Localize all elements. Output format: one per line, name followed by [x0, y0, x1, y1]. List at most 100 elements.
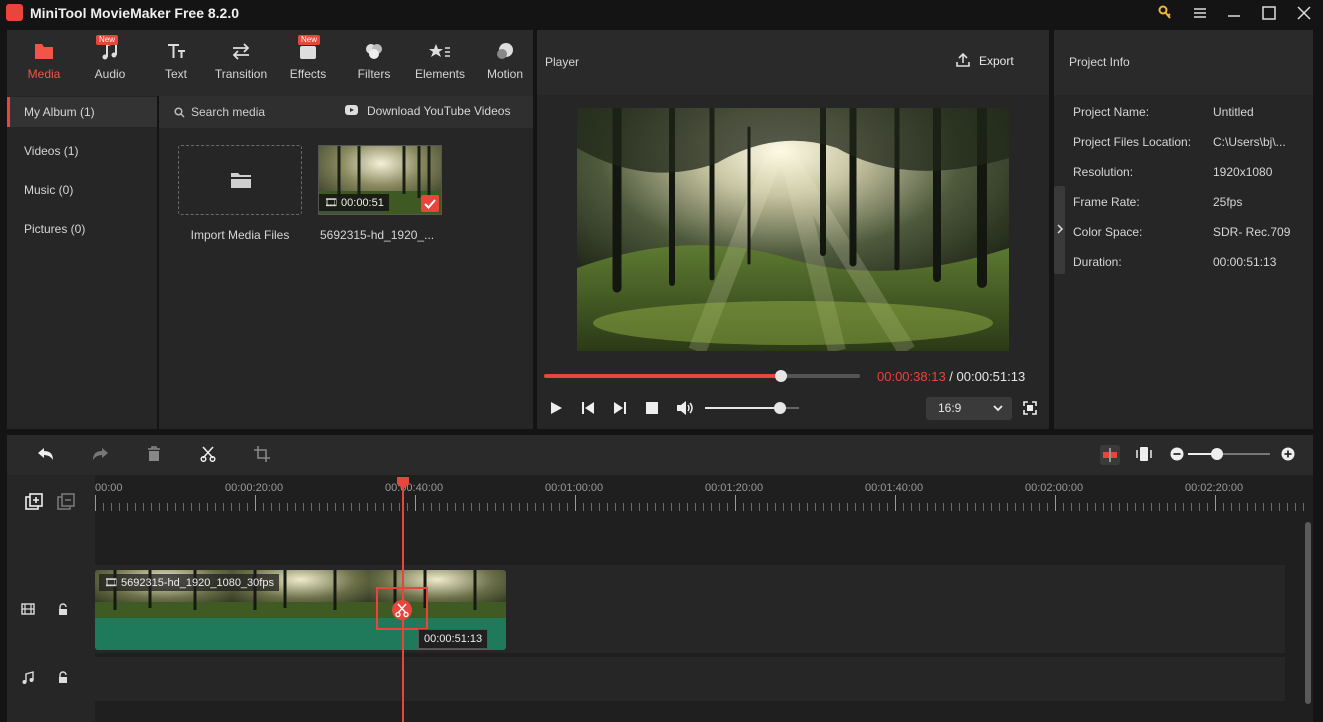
- redo-icon[interactable]: [91, 446, 109, 462]
- timeline-scrollbar[interactable]: [1305, 522, 1311, 704]
- video-track-lock-icon[interactable]: [57, 603, 69, 616]
- export-button[interactable]: Export: [979, 54, 1014, 68]
- sidebar-item-my-album[interactable]: My Album (1): [7, 97, 157, 127]
- stop-icon[interactable]: [645, 401, 659, 415]
- app-title: MiniTool MovieMaker Free 8.2.0: [30, 5, 240, 21]
- search-input[interactable]: Search media: [191, 105, 265, 119]
- playback-progress-bar[interactable]: [544, 370, 860, 382]
- undo-icon[interactable]: [37, 446, 55, 462]
- collapse-panel-handle[interactable]: [1054, 186, 1065, 274]
- info-key-duration: Duration:: [1073, 255, 1122, 269]
- info-key-color-space: Color Space:: [1073, 225, 1143, 239]
- key-icon[interactable]: [1155, 3, 1175, 23]
- ruler-label: 00:00: [95, 482, 123, 494]
- fullscreen-icon[interactable]: [1023, 401, 1037, 415]
- new-badge: New: [298, 35, 321, 45]
- sidebar-item-videos[interactable]: Videos (1): [7, 136, 157, 166]
- ruler-label: 00:00:20:00: [225, 482, 284, 494]
- tab-audio-label: Audio: [94, 67, 126, 81]
- volume-slider-fill: [705, 407, 781, 409]
- snap-icon[interactable]: [1136, 446, 1152, 462]
- search-icon: [174, 107, 185, 118]
- audio-track[interactable]: [95, 657, 1285, 701]
- zoom-slider-handle[interactable]: [1210, 448, 1223, 460]
- timeline-ruler[interactable]: [95, 475, 1307, 515]
- sidebar-item-music[interactable]: Music (0): [7, 175, 157, 205]
- import-media-tile[interactable]: [178, 145, 302, 215]
- playback-progress-handle[interactable]: [775, 370, 787, 382]
- minimize-icon[interactable]: [1224, 3, 1244, 23]
- video-track-icon: [21, 603, 35, 615]
- crop-icon[interactable]: [254, 446, 270, 462]
- info-value-color-space: SDR- Rec.709: [1213, 225, 1291, 239]
- media-thumbnail[interactable]: 🎞 00:00:51: [318, 145, 442, 215]
- zoom-slider[interactable]: [1188, 448, 1270, 460]
- thumbnail-duration-text: 00:00:51: [341, 197, 384, 209]
- ruler-label: 00:02:20:00: [1185, 482, 1244, 494]
- zoom-out-icon[interactable]: [1170, 447, 1184, 461]
- app-logo-icon: [6, 4, 23, 21]
- split-time-tooltip: 00:00:51:13: [418, 629, 489, 649]
- remove-track-icon[interactable]: [57, 493, 75, 511]
- split-scissors-icon[interactable]: [200, 446, 216, 462]
- tab-effects-label: Effects: [289, 67, 327, 81]
- media-search-bar: Search media Download YouTube Videos: [159, 96, 533, 128]
- audio-track-icon: [21, 671, 35, 685]
- info-key-project-name: Project Name:: [1073, 105, 1150, 119]
- next-frame-icon[interactable]: [613, 401, 627, 415]
- total-time: 00:00:51:13: [956, 369, 1026, 384]
- media-sidebar: My Album (1) Videos (1) Music (0) Pictur…: [7, 96, 157, 429]
- media-item-name: 5692315-hd_1920_...: [320, 228, 435, 242]
- split-marker[interactable]: [376, 587, 428, 630]
- main-toolbar: Media Audio New Text Transition Effects …: [7, 30, 533, 96]
- volume-slider[interactable]: [705, 402, 799, 414]
- add-track-icon[interactable]: [25, 493, 43, 511]
- close-icon[interactable]: [1294, 3, 1314, 23]
- chevron-right-icon: [1056, 224, 1064, 234]
- playhead-handle[interactable]: [396, 476, 410, 490]
- ruler-label: 00:00:40:00: [385, 482, 444, 494]
- split-scissors-icon[interactable]: [392, 600, 412, 620]
- maximize-icon[interactable]: [1259, 3, 1279, 23]
- tab-elements-label: Elements: [414, 67, 466, 81]
- thumbnail-duration: 🎞 00:00:51: [319, 194, 389, 211]
- filters-icon: [366, 44, 382, 59]
- export-icon: [955, 52, 971, 68]
- time-display: 00:00:38:13 / 00:00:51:13: [877, 369, 1025, 384]
- play-icon[interactable]: [549, 401, 563, 415]
- info-key-location: Project Files Location:: [1073, 135, 1192, 149]
- tab-motion[interactable]: Motion: [480, 30, 530, 96]
- sidebar-item-pictures[interactable]: Pictures (0): [7, 214, 157, 244]
- tab-media[interactable]: Media: [19, 30, 69, 96]
- import-media-label: Import Media Files: [190, 228, 290, 242]
- zoom-in-icon[interactable]: [1281, 447, 1295, 461]
- tab-text[interactable]: Text: [151, 30, 201, 96]
- added-check-icon[interactable]: [421, 195, 439, 212]
- tab-transition[interactable]: Transition: [210, 30, 272, 96]
- menu-icon[interactable]: [1190, 3, 1210, 23]
- title-bar: MiniTool MovieMaker Free 8.2.0: [0, 0, 1323, 26]
- audio-track-lock-icon[interactable]: [57, 671, 69, 684]
- tab-filters[interactable]: Filters: [349, 30, 399, 96]
- info-value-resolution: 1920x1080: [1213, 165, 1273, 179]
- download-youtube-button[interactable]: Download YouTube Videos: [367, 104, 510, 118]
- auto-fit-icon[interactable]: [1100, 445, 1120, 465]
- delete-icon[interactable]: [146, 446, 162, 462]
- folder-icon: [35, 44, 53, 59]
- clip-name-text: 5692315-hd_1920_1080_30fps: [121, 577, 274, 589]
- new-badge: New: [96, 35, 119, 45]
- timeline-toolbar: [7, 435, 1313, 475]
- current-time: 00:00:38:13: [877, 369, 946, 384]
- player-header: Player Export: [537, 30, 1049, 95]
- info-value-duration: 00:00:51:13: [1213, 255, 1277, 269]
- text-icon: [168, 44, 185, 58]
- elements-icon: [429, 44, 450, 57]
- project-info-title: Project Info: [1069, 55, 1130, 69]
- aspect-ratio-select[interactable]: 16:9: [926, 397, 1012, 420]
- clip-name-label: 🎞 5692315-hd_1920_1080_30fps: [99, 574, 279, 591]
- previous-frame-icon[interactable]: [581, 401, 595, 415]
- tab-elements[interactable]: Elements: [410, 30, 470, 96]
- volume-icon[interactable]: [676, 400, 694, 416]
- info-key-resolution: Resolution:: [1073, 165, 1134, 179]
- tab-transition-label: Transition: [214, 67, 268, 81]
